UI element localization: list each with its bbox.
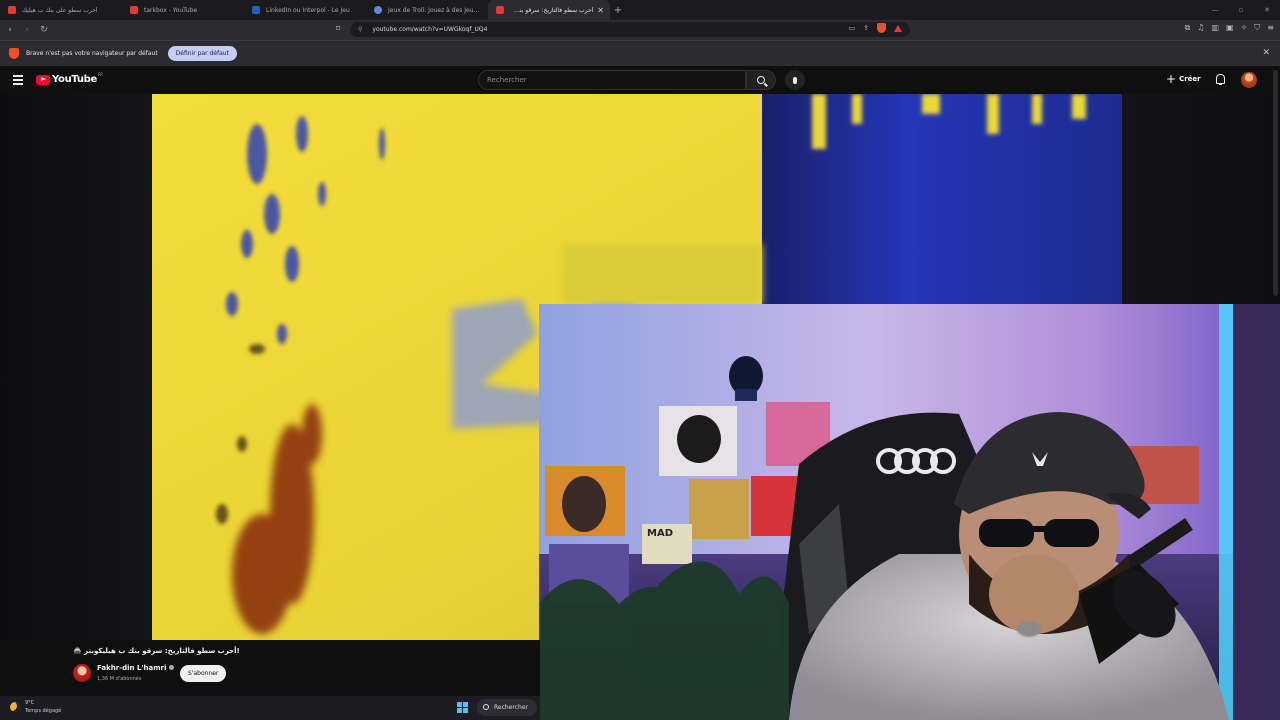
microphone-icon — [793, 76, 797, 84]
wallet-icon[interactable]: ▣ — [1226, 23, 1234, 33]
vpn-icon[interactable]: ⛉ — [1254, 23, 1260, 33]
browser-tab-active[interactable]: أحرب سطو فالتاريخ: سرقو بنك ب ✕ — [488, 0, 610, 20]
windows-start-icon[interactable] — [457, 702, 468, 713]
linkedin-favicon-icon — [252, 6, 260, 14]
tab-title: Jeux de Troll: Jouez à des Jeux de Tr — [388, 6, 482, 14]
address-bar[interactable]: ⌑ ⚲ youtube.com/watch?v=UWGkoqf_UQ4 ▭ ⇪ — [336, 22, 910, 37]
brave-logo-icon — [9, 48, 19, 59]
youtube-header: YouTube FR Rechercher + Créer — [0, 66, 1280, 94]
browser-tab[interactable]: tarkbox - YouTube — [122, 0, 244, 20]
url-text: youtube.com/watch?v=UWGkoqf_UQ4 — [372, 26, 488, 33]
minimize-icon[interactable]: — — [1202, 6, 1228, 14]
tab-strip: أحرب سطو على بنك ب هيليك tarkbox - YouTu… — [0, 0, 1280, 20]
close-infobar-icon[interactable]: ✕ — [1262, 48, 1270, 58]
navigation-bar: ‹ › ↻ ⌑ ⚲ youtube.com/watch?v=UWGkoqf_UQ… — [0, 20, 1280, 40]
reload-icon[interactable]: ↻ — [37, 23, 51, 37]
plus-icon[interactable]: + — [610, 5, 626, 16]
country-code: FR — [98, 72, 104, 77]
youtube-play-icon — [36, 74, 50, 85]
browser-tab[interactable]: LinkedIn ou Interpol - Le Jeu — [244, 0, 366, 20]
svg-text:MAD: MAD — [647, 528, 673, 539]
channel-avatar[interactable] — [73, 664, 91, 682]
subscriber-count: 1,36 M d'abonnés — [97, 676, 142, 682]
site-info-icon[interactable]: ⚲ — [358, 26, 362, 33]
extensions-icon[interactable]: ⧉ — [1185, 23, 1191, 33]
globe-favicon-icon — [374, 6, 382, 14]
webcam-image: MAD — [539, 304, 1280, 720]
close-icon[interactable]: ✕ — [1254, 6, 1280, 14]
create-button[interactable]: + Créer — [1166, 72, 1201, 86]
page-scrollbar[interactable] — [1273, 70, 1278, 296]
set-default-button[interactable]: Définir par défaut — [167, 46, 237, 61]
youtube-favicon-icon — [130, 6, 138, 14]
forward-icon[interactable]: › — [20, 23, 34, 37]
share-icon[interactable]: ⇪ — [863, 24, 869, 32]
youtube-logo[interactable]: YouTube FR — [36, 72, 104, 85]
weather-temperature: 9°C — [25, 700, 35, 706]
plus-icon: + — [1166, 72, 1177, 86]
voice-search-button[interactable] — [785, 70, 805, 90]
back-icon[interactable]: ‹ — [3, 23, 17, 37]
player-letterbox-left — [0, 94, 152, 640]
window-controls: — ▫ ✕ — [1202, 0, 1280, 20]
webcam-overlay: MAD — [539, 304, 1280, 720]
account-avatar[interactable] — [1241, 72, 1257, 88]
address-bar-icons: ▭ ⇪ — [849, 23, 902, 33]
search-icon — [483, 704, 489, 710]
close-tab-icon[interactable]: ✕ — [597, 6, 604, 15]
media-icon[interactable]: ♫ — [1197, 23, 1204, 33]
youtube-favicon-icon — [496, 6, 504, 14]
create-label: Créer — [1179, 75, 1201, 83]
infobar-message: Brave n'est pas votre navigateur par déf… — [26, 50, 158, 57]
search-button[interactable] — [746, 70, 776, 90]
browser-tab[interactable]: أحرب سطو على بنك ب هيليك — [0, 0, 122, 20]
maximize-icon[interactable]: ▫ — [1228, 6, 1254, 14]
search-icon — [757, 76, 765, 84]
brave-shields-icon[interactable] — [877, 23, 886, 33]
brave-rewards-icon[interactable] — [894, 24, 902, 32]
tab-title: LinkedIn ou Interpol - Le Jeu — [266, 6, 350, 14]
video-metadata: !أحرب سطو فالتاريخ: سرقو بنك ب هيليكوبتر… — [0, 640, 540, 696]
leo-icon[interactable]: ✧ — [1241, 23, 1248, 33]
verified-icon — [169, 665, 175, 670]
sidebar-icon[interactable]: ▥ — [1211, 23, 1219, 33]
tab-title: أحرب سطو فالتاريخ: سرقو بنك ب — [510, 6, 594, 14]
search-input[interactable]: Rechercher — [478, 70, 746, 90]
taskbar-search[interactable]: Rechercher — [477, 699, 537, 716]
default-browser-infobar: Brave n'est pas votre navigateur par déf… — [0, 40, 1280, 66]
youtube-favicon-icon — [8, 6, 16, 14]
bookmark-icon[interactable]: ⌑ — [336, 24, 340, 33]
youtube-wordmark: YouTube — [52, 74, 97, 85]
hamburger-menu-icon[interactable] — [13, 75, 23, 87]
cast-icon[interactable]: ▭ — [849, 24, 856, 32]
video-title: !أحرب سطو فالتاريخ: سرقو بنك ب هيليكوبتر… — [73, 647, 240, 655]
moon-weather-icon[interactable] — [10, 702, 20, 712]
subscribe-button[interactable]: S'abonner — [180, 665, 227, 682]
menu-icon[interactable]: ≡ — [1267, 23, 1274, 33]
browser-toolbar: ⧉ ♫ ▥ ▣ ✧ ⛉ ≡ — [1185, 23, 1274, 33]
channel-name[interactable]: Fakhr-din L'hamri — [97, 664, 166, 672]
channel-name-container[interactable]: Fakhr-din L'hamri — [97, 664, 175, 672]
tab-title: tarkbox - YouTube — [144, 6, 198, 14]
weather-description: Temps dégagé — [25, 708, 62, 714]
tab-title: أحرب سطو على بنك ب هيليك — [22, 6, 98, 14]
browser-tab[interactable]: Jeux de Troll: Jouez à des Jeux de Tr — [366, 0, 488, 20]
windows-taskbar: 9°C Temps dégagé Rechercher — [0, 696, 540, 720]
screen: أحرب سطو على بنك ب هيليك tarkbox - YouTu… — [0, 0, 1280, 720]
notifications-bell-icon[interactable] — [1215, 74, 1225, 85]
taskbar-search-label: Rechercher — [494, 704, 528, 711]
